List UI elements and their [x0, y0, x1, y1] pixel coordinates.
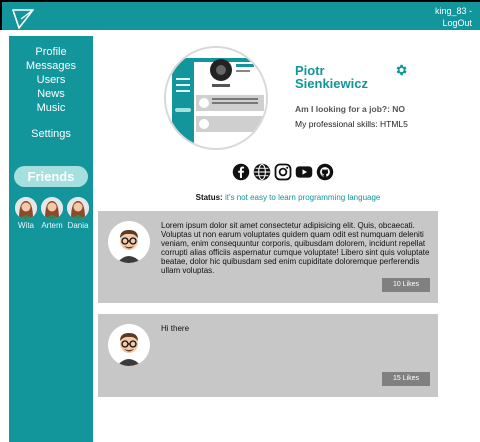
friends-button[interactable]: Friends	[14, 166, 88, 187]
facebook-icon[interactable]	[232, 163, 250, 181]
post-text: Hi there	[161, 324, 190, 333]
post-card: Lorem ipsum dolor sit amet consectetur a…	[98, 211, 438, 303]
triangle-logo-icon[interactable]	[12, 7, 34, 29]
youtube-icon[interactable]	[295, 163, 313, 181]
friend-name: Artem	[41, 221, 63, 230]
sidebar-item-music[interactable]: Music	[9, 101, 93, 115]
profile-name: Piotr Sienkiewicz	[295, 63, 368, 91]
sidebar-item-news[interactable]: News	[9, 87, 93, 101]
gear-icon[interactable]	[394, 63, 408, 77]
sidebar: Profile Messages Users News Music Settin…	[9, 36, 93, 442]
login-box: king_83 - LogOut	[435, 5, 472, 29]
profile-screenshot-thumbnail	[166, 48, 266, 148]
instagram-icon[interactable]	[274, 163, 292, 181]
profile-picture	[164, 46, 268, 150]
username-label: king_83 -	[434, 6, 472, 16]
sidebar-item-profile[interactable]: Profile	[9, 45, 93, 59]
post-author-avatar	[108, 324, 150, 366]
logout-link[interactable]: LogOut	[435, 17, 472, 29]
friend-name: Dania	[67, 221, 89, 230]
sidebar-nav: Profile Messages Users News Music Settin…	[9, 36, 93, 141]
github-icon[interactable]	[316, 163, 334, 181]
status-line: Status: it's not easy to learn programmi…	[0, 193, 480, 202]
likes-button[interactable]: 15 Likes	[382, 372, 430, 386]
status-label: Status:	[195, 193, 223, 202]
sidebar-item-messages[interactable]: Messages	[9, 59, 93, 73]
app-header: king_83 - LogOut	[0, 0, 480, 30]
sidebar-item-settings[interactable]: Settings	[9, 127, 93, 141]
globe-icon[interactable]	[253, 163, 271, 181]
post-author-avatar	[108, 221, 150, 263]
post-card: Hi there 15 Likes	[98, 314, 438, 397]
sidebar-item-users[interactable]: Users	[9, 73, 93, 87]
post-text: Lorem ipsum dolor sit amet consectetur a…	[161, 221, 430, 275]
likes-button[interactable]: 10 Likes	[382, 278, 430, 292]
friend-name: Wita	[18, 221, 34, 230]
status-text[interactable]: it's not easy to learn programming langu…	[225, 193, 380, 202]
job-status: Am I looking for a job?: NO	[295, 104, 406, 114]
professional-skills: My professional skills: HTML5	[295, 119, 408, 129]
social-links	[232, 163, 334, 181]
